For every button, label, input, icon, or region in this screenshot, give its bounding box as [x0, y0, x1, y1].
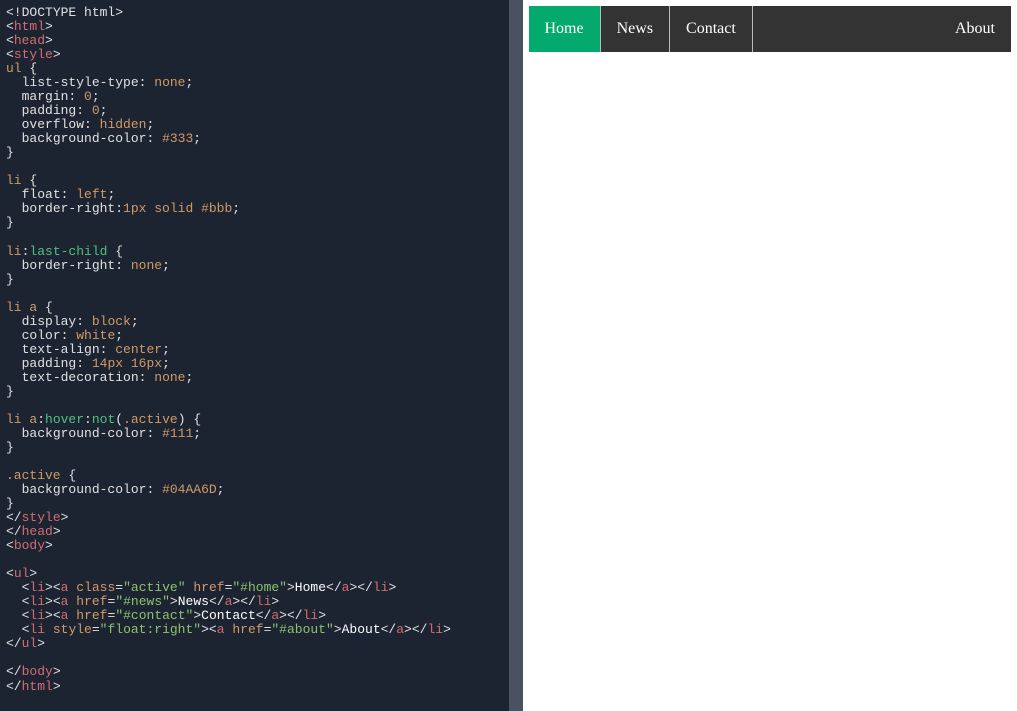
- code-line[interactable]: [6, 399, 499, 413]
- code-line[interactable]: li a {: [6, 301, 499, 315]
- nav-item-home[interactable]: Home: [529, 6, 601, 52]
- code-line[interactable]: li:last-child {: [6, 245, 499, 259]
- code-line[interactable]: [6, 160, 499, 174]
- code-line[interactable]: </head>: [6, 525, 499, 539]
- code-line[interactable]: <li><a href="#contact">Contact</a></li>: [6, 609, 499, 623]
- code-line[interactable]: padding: 0;: [6, 104, 499, 118]
- preview-pane: Home News Contact About: [523, 0, 1017, 711]
- code-line[interactable]: li {: [6, 174, 499, 188]
- code-line[interactable]: </html>: [6, 680, 499, 694]
- code-line[interactable]: background-color: #111;: [6, 427, 499, 441]
- code-editor-pane[interactable]: <!DOCTYPE html><html><head><style>ul { l…: [0, 0, 509, 711]
- code-line[interactable]: background-color: #04AA6D;: [6, 483, 499, 497]
- nav-link-home[interactable]: Home: [529, 6, 600, 52]
- nav-link-news[interactable]: News: [601, 6, 669, 52]
- nav-item-about[interactable]: About: [939, 6, 1011, 52]
- code-line[interactable]: <li><a href="#news">News</a></li>: [6, 595, 499, 609]
- code-line[interactable]: list-style-type: none;: [6, 76, 499, 90]
- code-line[interactable]: </body>: [6, 665, 499, 679]
- code-line[interactable]: <head>: [6, 34, 499, 48]
- code-line[interactable]: }: [6, 273, 499, 287]
- nav-item-news[interactable]: News: [601, 6, 670, 52]
- nav-item-contact[interactable]: Contact: [670, 6, 753, 52]
- pane-divider[interactable]: [509, 0, 523, 711]
- code-line[interactable]: <body>: [6, 539, 499, 553]
- code-line[interactable]: text-align: center;: [6, 343, 499, 357]
- code-line[interactable]: background-color: #333;: [6, 132, 499, 146]
- code-line[interactable]: float: left;: [6, 188, 499, 202]
- code-line[interactable]: [6, 553, 499, 567]
- code-line[interactable]: }: [6, 146, 499, 160]
- code-line[interactable]: overflow: hidden;: [6, 118, 499, 132]
- nav-link-about[interactable]: About: [939, 6, 1011, 52]
- code-line[interactable]: }: [6, 497, 499, 511]
- code-line[interactable]: color: white;: [6, 329, 499, 343]
- code-line[interactable]: </ul>: [6, 637, 499, 651]
- code-line[interactable]: ul {: [6, 62, 499, 76]
- code-line[interactable]: .active {: [6, 469, 499, 483]
- code-line[interactable]: </style>: [6, 511, 499, 525]
- nav-bar: Home News Contact About: [529, 6, 1012, 52]
- code-line[interactable]: }: [6, 385, 499, 399]
- nav-link-contact[interactable]: Contact: [670, 6, 752, 52]
- code-line[interactable]: border-right:1px solid #bbb;: [6, 202, 499, 216]
- code-line[interactable]: <!DOCTYPE html>: [6, 6, 499, 20]
- code-line[interactable]: display: block;: [6, 315, 499, 329]
- code-line[interactable]: <ul>: [6, 567, 499, 581]
- code-line[interactable]: text-decoration: none;: [6, 371, 499, 385]
- code-line[interactable]: <li style="float:right"><a href="#about"…: [6, 623, 499, 637]
- code-line[interactable]: }: [6, 441, 499, 455]
- code-line[interactable]: [6, 231, 499, 245]
- code-line[interactable]: [6, 651, 499, 665]
- code-line[interactable]: border-right: none;: [6, 259, 499, 273]
- code-line[interactable]: [6, 287, 499, 301]
- code-line[interactable]: <style>: [6, 48, 499, 62]
- code-line[interactable]: }: [6, 216, 499, 230]
- code-line[interactable]: <li><a class="active" href="#home">Home<…: [6, 581, 499, 595]
- code-line[interactable]: padding: 14px 16px;: [6, 357, 499, 371]
- code-line[interactable]: [6, 455, 499, 469]
- code-line[interactable]: <html>: [6, 20, 499, 34]
- code-line[interactable]: li a:hover:not(.active) {: [6, 413, 499, 427]
- code-line[interactable]: margin: 0;: [6, 90, 499, 104]
